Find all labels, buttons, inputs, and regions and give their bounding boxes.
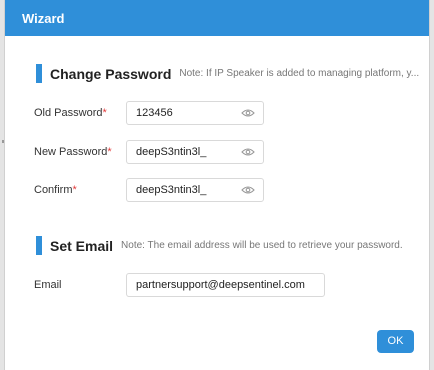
section-accent-bar xyxy=(36,236,42,255)
section-accent-bar xyxy=(36,64,42,83)
wizard-dialog: Wizard Change Password Note: If IP Speak… xyxy=(4,0,430,370)
dialog-title: Wizard xyxy=(5,0,429,36)
set-email-header: Set Email Note: The email address will b… xyxy=(36,236,403,255)
eye-icon[interactable] xyxy=(241,147,255,157)
set-email-title: Set Email xyxy=(50,237,114,254)
eye-icon[interactable] xyxy=(241,108,255,118)
old-password-label-text: Old Password xyxy=(34,107,103,119)
old-password-label: Old Password* xyxy=(34,107,107,119)
new-password-field[interactable]: deepS3ntin3l_ xyxy=(126,140,264,164)
new-password-value: deepS3ntin3l_ xyxy=(136,146,207,158)
email-value: partnersupport@deepsentinel.com xyxy=(136,279,305,291)
required-mark: * xyxy=(72,184,77,196)
email-label: Email xyxy=(34,279,62,291)
confirm-password-field[interactable]: deepS3ntin3l_ xyxy=(126,178,264,202)
change-password-title: Change Password xyxy=(50,65,172,82)
new-password-label-text: New Password xyxy=(34,146,108,158)
old-password-value: 123456 xyxy=(136,107,173,119)
required-mark: * xyxy=(102,107,107,119)
required-mark: * xyxy=(107,146,112,158)
old-password-field[interactable]: 123456 xyxy=(126,101,264,125)
eye-icon[interactable] xyxy=(241,185,255,195)
new-password-label: New Password* xyxy=(34,146,112,158)
change-password-note: Note: If IP Speaker is added to managing… xyxy=(179,68,420,79)
confirm-password-label: Confirm* xyxy=(34,184,77,196)
ok-button[interactable]: OK xyxy=(377,330,414,353)
email-field[interactable]: partnersupport@deepsentinel.com xyxy=(126,273,325,297)
set-email-note: Note: The email address will be used to … xyxy=(121,240,403,251)
change-password-header: Change Password Note: If IP Speaker is a… xyxy=(36,64,419,83)
confirm-password-label-text: Confirm xyxy=(34,184,73,196)
confirm-password-value: deepS3ntin3l_ xyxy=(136,184,207,196)
